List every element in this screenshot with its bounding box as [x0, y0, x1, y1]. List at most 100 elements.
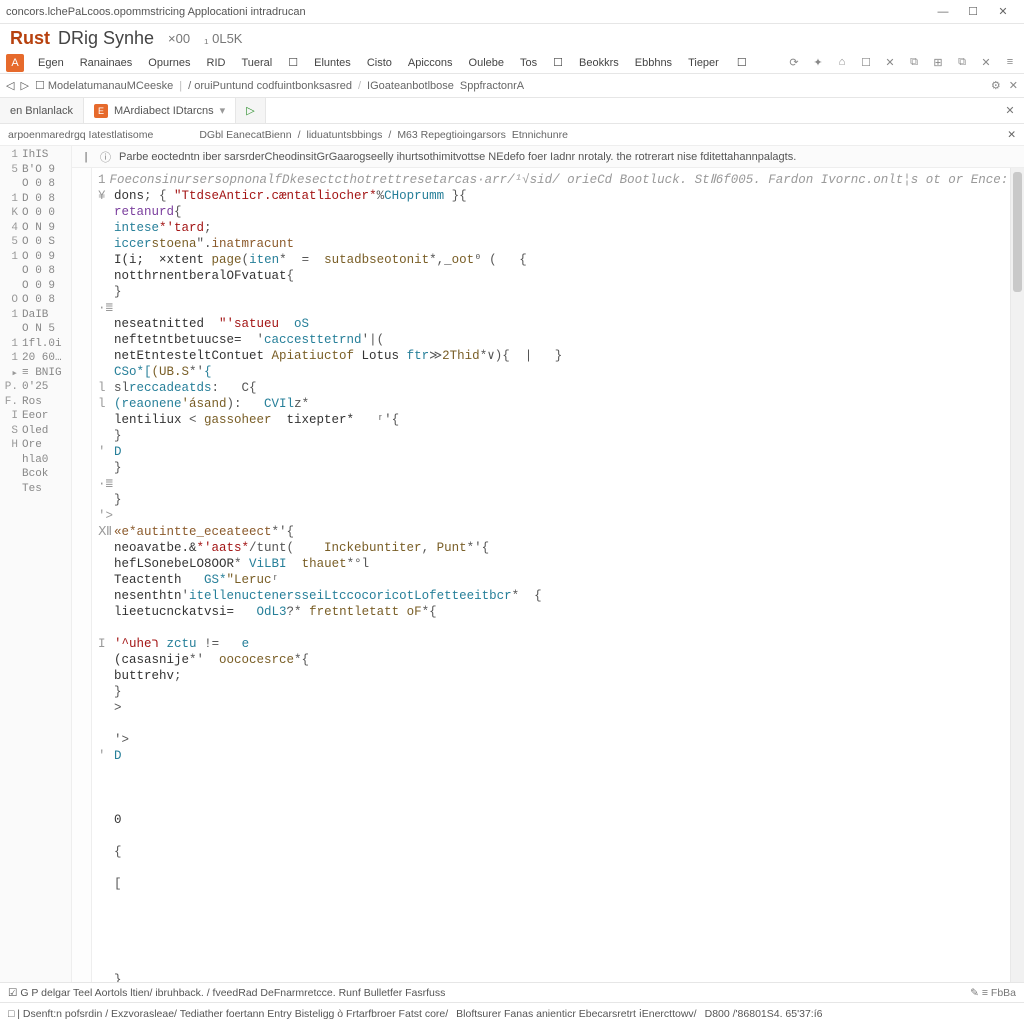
breadcrumb-seg[interactable]: ☐ ModelatumanauMCeeske — [35, 79, 173, 92]
window-minimize-button[interactable]: — — [928, 6, 958, 18]
code-line[interactable]: CSo*[(UB.S*'{ — [98, 364, 1010, 380]
code-line[interactable]: lentiliux < gassoheer tixepter* ʳ'{ — [98, 412, 1010, 428]
vertical-scrollbar[interactable] — [1010, 168, 1024, 982]
gutter-line[interactable]: hla0 — [0, 453, 71, 468]
code-editor[interactable]: 1FoeconsinursersopnonalfDkesectcthotrett… — [92, 168, 1010, 982]
code-line[interactable]: { — [98, 844, 1010, 860]
code-line[interactable]: 1FoeconsinursersopnonalfDkesectcthotrett… — [98, 172, 1010, 188]
gutter-line[interactable]: KO 0 0 — [0, 206, 71, 221]
code-line[interactable]: [ — [98, 876, 1010, 892]
menubar-action-icon[interactable]: ⟳ — [786, 56, 802, 69]
code-line[interactable] — [98, 940, 1010, 956]
code-line[interactable]: hefLSonebeLO8OOR* ViLBI thauet*°l — [98, 556, 1010, 572]
gutter-line[interactable]: OO 0 8 — [0, 293, 71, 308]
breadcrumb-seg[interactable]: IGoateanbotlbose — [367, 80, 454, 92]
gutter-line[interactable]: O N 5 — [0, 322, 71, 337]
code-line[interactable] — [98, 924, 1010, 940]
code-line[interactable]: } — [98, 428, 1010, 444]
code-line[interactable] — [98, 716, 1010, 732]
menu-item[interactable]: Apiccons — [400, 55, 461, 71]
menu-item[interactable]: Beokkrs — [571, 55, 627, 71]
gutter-line[interactable]: 11fl.0i — [0, 337, 71, 352]
menubar-action-icon[interactable]: ✕ — [882, 56, 898, 69]
gutter-line[interactable]: HOre — [0, 438, 71, 453]
tabstrip-close-button[interactable]: ✕ — [996, 98, 1024, 123]
subheader-crumb[interactable]: liduatuntsbbings — [307, 129, 383, 141]
code-line[interactable]: > — [98, 700, 1010, 716]
code-line[interactable]: netEtntesteltContuet Apiatiuctof Lotus f… — [98, 348, 1010, 364]
menu-item[interactable]: Opurnes — [140, 55, 198, 71]
code-line[interactable]: '> — [98, 508, 1010, 524]
menu-item[interactable]: Ranainaes — [72, 55, 141, 71]
footer-edit-icon[interactable]: ✎ ≡ FbBa — [970, 987, 1016, 999]
code-line[interactable]: ' D — [98, 748, 1010, 764]
chevron-down-icon[interactable]: ▾ — [220, 104, 226, 117]
code-line[interactable] — [98, 796, 1010, 812]
code-line[interactable]: } — [98, 684, 1010, 700]
status-item[interactable]: Bloftsurer Fanas anienticr Ebecarsretrt … — [456, 1008, 696, 1020]
code-line[interactable]: I '^uheר zctu != e — [98, 636, 1010, 652]
window-close-button[interactable]: ✕ — [988, 5, 1018, 18]
menu-item[interactable]: RID — [199, 55, 234, 71]
code-line[interactable]: ¥dons; { "TtdseAnticr.cæntatliocher*%CHo… — [98, 188, 1010, 204]
code-line[interactable]: ·≣ — [98, 476, 1010, 492]
code-line[interactable]: notthrnentberalOFvatuat{ — [98, 268, 1010, 284]
code-line[interactable]: neftetntbetuucse= 'caccesttetrnd'|( — [98, 332, 1010, 348]
code-line[interactable]: neseatnitted "'satueu oS — [98, 316, 1010, 332]
menu-item[interactable]: Oulebe — [461, 55, 512, 71]
menu-item[interactable]: Cisto — [359, 55, 400, 71]
gutter-line[interactable]: 1IhIS — [0, 148, 71, 163]
code-line[interactable]: I(i; ×xtent page(iten* = sutadbseotonit*… — [98, 252, 1010, 268]
menubar-action-icon[interactable]: ⌂ — [834, 56, 850, 69]
menu-extra-icon[interactable]: ☐ — [729, 54, 755, 71]
menu-item[interactable]: Egen — [30, 55, 72, 71]
menu-item[interactable]: Eluntes — [306, 55, 359, 71]
subheader-crumb[interactable]: M63 Repegtioingarsors — [397, 129, 506, 141]
menubar-action-icon[interactable]: ⊞ — [930, 56, 946, 69]
code-line[interactable] — [98, 860, 1010, 876]
menubar-action-icon[interactable]: ⧉ — [954, 56, 970, 69]
code-line[interactable] — [98, 908, 1010, 924]
gutter-line[interactable]: F.Ros — [0, 395, 71, 410]
code-line[interactable]: iccerstoena".inatmracunt — [98, 236, 1010, 252]
code-line[interactable]: } — [98, 972, 1010, 982]
gutter-line[interactable]: 120 6015 — [0, 351, 71, 366]
menubar-action-icon[interactable]: ⧉ — [906, 56, 922, 69]
menu-item[interactable]: Tieper — [680, 55, 727, 71]
menubar-action-icon[interactable]: ✦ — [810, 56, 826, 69]
code-line[interactable] — [98, 780, 1010, 796]
menu-item[interactable]: Tos — [512, 55, 545, 71]
menubar-action-icon[interactable]: ✕ — [978, 56, 994, 69]
code-line[interactable]: intese*'tard; — [98, 220, 1010, 236]
code-line[interactable]: Ⅻ «e*autintte_eceateect*'{ — [98, 524, 1010, 540]
gutter-line[interactable]: 5B'O 9 — [0, 163, 71, 178]
code-line[interactable] — [98, 828, 1010, 844]
code-line[interactable] — [98, 892, 1010, 908]
editor-tab[interactable]: E MArdiabect IDtarcns ▾ — [84, 98, 236, 123]
subheader-close-button[interactable]: ✕ — [1007, 129, 1016, 141]
code-line[interactable]: lieetucnckatvsi= OdL3?* fretntletatt oF*… — [98, 604, 1010, 620]
code-line[interactable]: neoavatbe.&*'aats*/tunt( Inckebuntiter, … — [98, 540, 1010, 556]
code-line[interactable]: } — [98, 492, 1010, 508]
toolbar-close-button[interactable]: ✕ — [1009, 79, 1018, 92]
menu-item[interactable]: Ebbhns — [627, 55, 680, 71]
gutter-line[interactable]: SOled — [0, 424, 71, 439]
gutter-line[interactable]: Tes — [0, 482, 71, 497]
subheader-crumb[interactable]: Etnnichunre — [512, 129, 568, 141]
menu-item[interactable]: Tueral — [233, 55, 280, 71]
code-line[interactable]: 0 — [98, 812, 1010, 828]
gutter-line[interactable]: P.0'25 — [0, 380, 71, 395]
breadcrumb-seg[interactable]: / oruiPuntund codfuintbonksasred — [188, 80, 352, 92]
gutter-line[interactable]: 5O 0 S — [0, 235, 71, 250]
code-line[interactable] — [98, 764, 1010, 780]
run-tab[interactable]: ▷ — [236, 98, 265, 123]
code-line[interactable]: } — [98, 284, 1010, 300]
code-line[interactable]: (casasnije*' oococesrce*{ — [98, 652, 1010, 668]
gutter-line[interactable]: 1O 0 9 — [0, 250, 71, 265]
scrollbar-thumb[interactable] — [1013, 172, 1022, 292]
subheader-crumb[interactable]: DGbl EanecatBienn — [199, 129, 291, 141]
breadcrumb-seg[interactable]: SppfractonrA — [460, 80, 524, 92]
code-line[interactable]: l (reaonene'ásand): CVIlz* — [98, 396, 1010, 412]
code-line[interactable]: } — [98, 460, 1010, 476]
code-line[interactable] — [98, 956, 1010, 972]
